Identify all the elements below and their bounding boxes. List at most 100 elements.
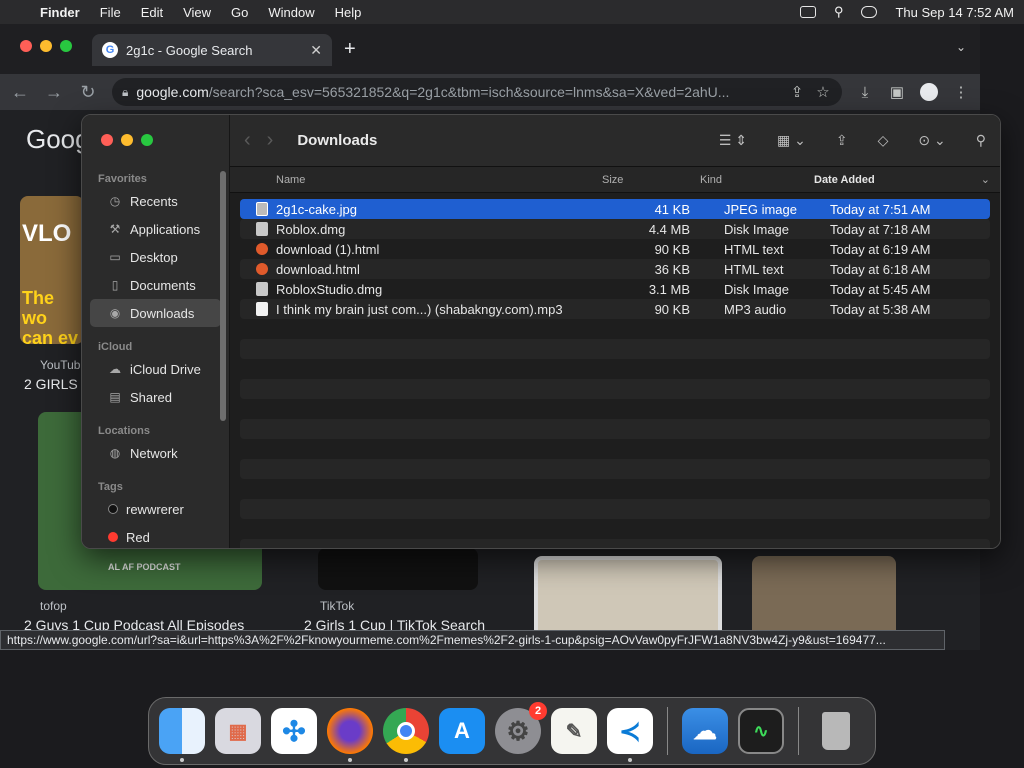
result-thumbnail-vlog[interactable]: VLO The wo can ev [20, 196, 84, 344]
file-list: 2g1c-cake.jpg 41 KB JPEG image Today at … [230, 193, 1000, 548]
empty-row [240, 459, 990, 479]
result-source-tofop: tofop [40, 599, 67, 613]
reload-icon[interactable]: ↻ [78, 82, 98, 103]
finder-zoom-button[interactable] [141, 134, 153, 146]
sidebar-item-shared[interactable]: ▤ Shared [90, 383, 221, 411]
chrome-dock-icon[interactable] [383, 708, 429, 762]
control-center-icon[interactable] [861, 6, 878, 18]
screen-mirroring-icon[interactable] [799, 6, 816, 18]
audio-file-icon [256, 302, 268, 316]
action-ellipsis-icon[interactable]: ⊙ ⌄ [918, 132, 945, 149]
menu-edit[interactable]: Edit [141, 5, 163, 20]
column-date-added[interactable]: Date Added [814, 174, 981, 186]
menu-help[interactable]: Help [335, 5, 362, 20]
shared-folder-icon: ▤ [109, 390, 121, 404]
sidebar-item-downloads[interactable]: ◉ Downloads [90, 299, 221, 327]
activity-monitor-dock-icon[interactable]: ∿ [738, 708, 784, 754]
spotlight-icon[interactable]: ⚲ [834, 4, 844, 20]
menu-bar: Finder File Edit View Go Window Help ⚲ T… [0, 0, 1024, 24]
side-panel-icon[interactable]: ▣ [888, 83, 906, 101]
forward-arrow-icon[interactable]: → [44, 82, 64, 103]
close-window-button[interactable] [20, 40, 32, 52]
app-store-dock-icon[interactable]: A [439, 708, 485, 754]
more-menu-icon[interactable]: ⋮ [952, 83, 970, 101]
image-file-icon [256, 202, 268, 216]
menu-view[interactable]: View [183, 5, 211, 20]
address-bar[interactable]: 🔒︎ google.com/search?sca_esv=565321852&q… [112, 78, 842, 106]
file-row[interactable]: Roblox.dmg 4.4 MB Disk Image Today at 7:… [240, 219, 990, 239]
finder-dock-icon[interactable] [159, 708, 205, 762]
bookmark-star-icon[interactable]: ☆ [814, 83, 832, 101]
tab-title: 2g1c - Google Search [126, 42, 253, 58]
browser-tab[interactable]: G 2g1c - Google Search ✕ [92, 34, 332, 66]
file-row[interactable]: 2g1c-cake.jpg 41 KB JPEG image Today at … [240, 199, 990, 219]
sort-chevron-icon[interactable]: ⌄ [981, 173, 1000, 186]
sidebar-item-label: Applications [130, 221, 201, 237]
sidebar-scrollbar[interactable] [220, 171, 226, 421]
menu-go[interactable]: Go [231, 5, 248, 20]
share-icon[interactable]: ⇪ [788, 83, 806, 101]
menubar-clock[interactable]: Thu Sep 14 7:52 AM [895, 5, 1014, 20]
launchpad-dock-icon[interactable]: ▦ [215, 708, 261, 754]
sidebar-item-desktop[interactable]: ▭ Desktop [90, 243, 221, 271]
menu-window[interactable]: Window [268, 5, 314, 20]
file-date: Today at 7:51 AM [830, 201, 931, 217]
file-kind: Disk Image [724, 281, 790, 297]
clock-icon: ◷ [109, 194, 121, 208]
finder-content: ‹ › Downloads ☰ ⇕ ▦ ⌄ ⇪ ◇ ⊙ ⌄ ⚲ Name Siz… [230, 115, 1000, 548]
minimize-window-button[interactable] [40, 40, 52, 52]
empty-row [240, 379, 990, 399]
finder-title: Downloads [297, 132, 378, 149]
firefox-dock-icon[interactable] [327, 708, 373, 762]
finder-forward-icon[interactable]: › [267, 129, 274, 152]
close-tab-icon[interactable]: ✕ [310, 42, 322, 59]
textedit-dock-icon[interactable]: ✎ [551, 708, 597, 754]
profile-avatar-icon[interactable] [920, 83, 938, 101]
back-arrow-icon[interactable]: ← [10, 82, 30, 103]
new-tab-button[interactable]: + [344, 38, 356, 61]
sidebar-item-recents[interactable]: ◷ Recents [90, 187, 221, 215]
menu-file[interactable]: File [100, 5, 121, 20]
result-title-1[interactable]: 2 GIRLS [24, 376, 78, 392]
column-size[interactable]: Size [602, 174, 700, 186]
sidebar-item-documents[interactable]: ▯ Documents [90, 271, 221, 299]
sidebar-item-network[interactable]: ◍ Network [90, 439, 221, 467]
vscode-dock-icon[interactable]: ≺ [607, 708, 653, 762]
sidebar-item-applications[interactable]: ⚒ Applications [90, 215, 221, 243]
file-name: 2g1c-cake.jpg [276, 201, 357, 217]
sidebar-item-icloud-drive[interactable]: ☁ iCloud Drive [90, 355, 221, 383]
sidebar-item-label: Shared [130, 389, 172, 405]
file-row[interactable]: RobloxStudio.dmg 3.1 MB Disk Image Today… [240, 279, 990, 299]
search-icon[interactable]: ⚲ [976, 132, 986, 149]
result-thumbnail-tiktok[interactable] [318, 548, 478, 590]
finder-back-icon[interactable]: ‹ [244, 129, 251, 152]
column-name[interactable]: Name [240, 174, 602, 186]
safari-dock-icon[interactable]: ✣ [271, 708, 317, 754]
group-grid-icon[interactable]: ▦ ⌄ [777, 132, 806, 149]
lock-icon[interactable]: 🔒︎ [122, 85, 128, 100]
zoom-window-button[interactable] [60, 40, 72, 52]
tab-search-chevron-icon[interactable]: ⌄ [956, 40, 966, 54]
download-icon[interactable]: ⤓ [856, 84, 874, 101]
empty-row [240, 479, 990, 499]
sidebar-tag-red[interactable]: Red [90, 523, 221, 548]
menu-finder[interactable]: Finder [40, 5, 80, 20]
column-kind[interactable]: Kind [700, 174, 814, 186]
share-icon[interactable]: ⇪ [836, 132, 848, 149]
tab-strip: G 2g1c - Google Search ✕ + ⌄ [0, 24, 980, 74]
trash-dock-icon[interactable] [813, 708, 859, 754]
sidebar-section-favorites: Favorites [98, 173, 147, 185]
file-kind: HTML text [724, 241, 784, 257]
file-kind: MP3 audio [724, 301, 787, 317]
finder-close-button[interactable] [101, 134, 113, 146]
sidebar-tag-rewwrerer[interactable]: rewwrerer [90, 495, 221, 523]
url-text[interactable]: google.com/search?sca_esv=565321852&q=2g… [136, 84, 780, 100]
finder-minimize-button[interactable] [121, 134, 133, 146]
weather-dock-icon[interactable]: ☁ [682, 708, 728, 754]
system-settings-dock-icon[interactable]: ⚙ 2 [495, 702, 547, 754]
list-view-icon[interactable]: ☰ ⇕ [719, 132, 747, 149]
file-row[interactable]: I think my brain just com...) (shabakngy… [240, 299, 990, 319]
file-row[interactable]: download.html 36 KB HTML text Today at 6… [240, 259, 990, 279]
tag-icon[interactable]: ◇ [878, 132, 889, 149]
file-row[interactable]: download (1).html 90 KB HTML text Today … [240, 239, 990, 259]
